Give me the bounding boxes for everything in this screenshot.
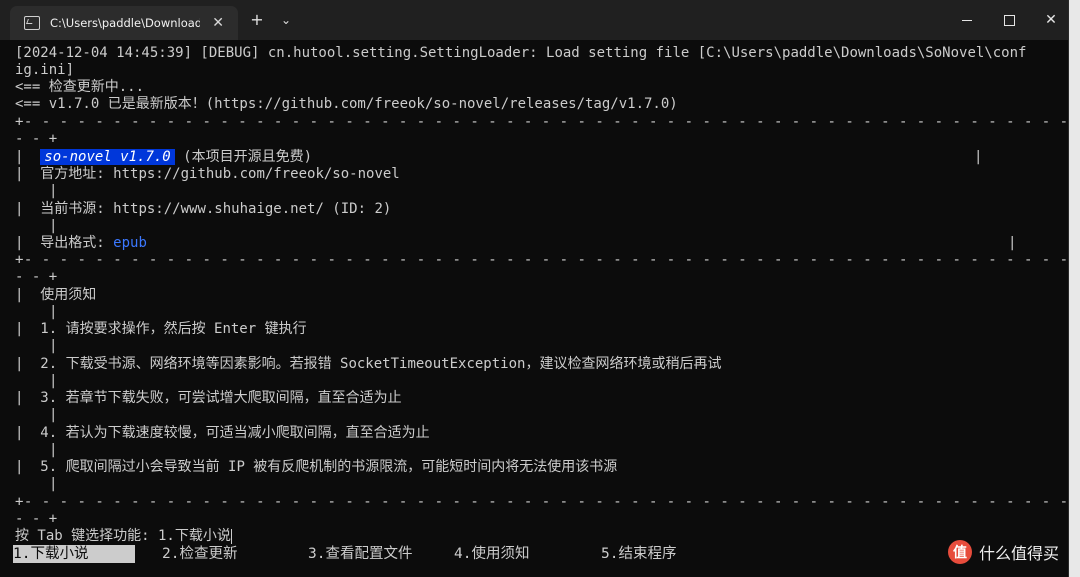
border-row: +- - - - - - - - - - - - - - - - - - - -… <box>15 252 1069 268</box>
notice-text: 5. 爬取间隔过小会导致当前 IP 被有反爬机制的书源限流，可能短时间内将无法使… <box>40 459 618 475</box>
border-pipe: | <box>1008 235 1017 251</box>
border-pipe: | <box>49 338 58 354</box>
close-window-button[interactable]: ✕ <box>1028 0 1068 40</box>
tab-title: C:\Users\paddle\Downloads\S <box>50 16 200 30</box>
terminal-window: C:\Users\paddle\Downloads\S ✕ + ⌄ ✕ [202… <box>0 0 1069 577</box>
notice-line: | 3. 若章节下载失败，可尝试增大爬取间隔，直至合适为止 <box>15 390 402 406</box>
watermark: 值 什么值得买 <box>948 540 1059 564</box>
prompt-text: 按 Tab 键选择功能: 1.下载小说 <box>15 528 231 544</box>
website-line: | 官方地址: https://github.com/freeok/so-nov… <box>15 166 400 182</box>
watermark-text: 什么值得买 <box>979 544 1060 563</box>
terminal-output[interactable]: [2024-12-04 14:45:39] [DEBUG] cn.hutool.… <box>0 40 1068 577</box>
border-tail: - - + <box>15 269 58 285</box>
title-bar: C:\Users\paddle\Downloads\S ✕ + ⌄ ✕ <box>0 0 1068 40</box>
border-tail: - - + <box>15 511 58 527</box>
border-pipe: | <box>49 442 58 458</box>
maximize-icon <box>1003 14 1015 26</box>
minimize-button[interactable] <box>944 0 990 40</box>
tab-close-icon[interactable]: ✕ <box>212 15 224 31</box>
minimize-icon <box>962 19 972 21</box>
border-tail: - - + <box>15 131 58 147</box>
watermark-logo-icon: 值 <box>948 540 972 564</box>
border-pipe: | <box>49 476 58 492</box>
notice-line: | 1. 请按要求操作，然后按 Enter 键执行 <box>15 321 307 337</box>
menu-item-download[interactable]: 1.下载小说 <box>13 545 135 563</box>
menu-item-check-update[interactable]: 2.检查更新 <box>162 545 237 563</box>
border-pipe: | <box>974 149 983 165</box>
text-cursor <box>230 528 232 544</box>
border-pipe: | <box>49 373 58 389</box>
border-row: +- - - - - - - - - - - - - - - - - - - -… <box>15 494 1069 510</box>
terminal-icon <box>24 16 40 30</box>
app-note: (本项目开源且免费) <box>183 149 313 165</box>
menu-item-view-config[interactable]: 3.查看配置文件 <box>308 545 412 563</box>
menu-item-exit[interactable]: 5.结束程序 <box>601 545 676 563</box>
source-line: | 当前书源: https://www.shuhaige.net/ (ID: 2… <box>15 201 392 217</box>
export-line: | 导出格式: epub <box>15 235 147 251</box>
border-pipe: | <box>49 407 58 423</box>
notice-text: 3. 若章节下载失败，可尝试增大爬取间隔，直至合适为止 <box>40 390 402 406</box>
background-window-edge <box>1069 0 1080 577</box>
border-pipe: | <box>49 183 58 199</box>
terminal-tab[interactable]: C:\Users\paddle\Downloads\S ✕ <box>10 6 238 40</box>
border-pipe: | <box>49 218 58 234</box>
prompt-line: 按 Tab 键选择功能: 1.下载小说 <box>15 528 232 545</box>
app-name: so-novel v1.7.0 <box>40 149 175 165</box>
notice-title: 使用须知 <box>40 287 97 303</box>
notice-text: 1. 请按要求操作，然后按 Enter 键执行 <box>40 321 307 337</box>
notice-line: | 2. 下载受书源、网络环境等因素影响。若报错 SocketTimeoutEx… <box>15 356 722 372</box>
notice-text: 2. 下载受书源、网络环境等因素影响。若报错 SocketTimeoutExce… <box>40 356 722 372</box>
export-label: 导出格式: <box>40 235 114 251</box>
export-value: epub <box>113 235 147 251</box>
notice-text: 4. 若认为下载速度较慢，可适当减小爬取间隔，直至合适为止 <box>40 425 430 441</box>
notice-title-line: | 使用须知 <box>15 287 97 303</box>
tab-dropdown-chevron-icon[interactable]: ⌄ <box>272 9 300 31</box>
new-tab-button[interactable]: + <box>243 9 271 31</box>
maximize-button[interactable] <box>986 0 1032 40</box>
border-row: +- - - - - - - - - - - - - - - - - - - -… <box>15 114 1069 130</box>
border-pipe: | <box>49 304 58 320</box>
menu-item-usage-notes[interactable]: 4.使用须知 <box>454 545 529 563</box>
update-check-line: <== 检查更新中... <box>15 79 145 95</box>
notice-line: | 5. 爬取间隔过小会导致当前 IP 被有反爬机制的书源限流，可能短时间内将无… <box>15 459 618 475</box>
log-line: ig.ini] <box>15 62 75 78</box>
notice-line: | 4. 若认为下载速度较慢，可适当减小爬取间隔，直至合适为止 <box>15 425 430 441</box>
website-text: 官方地址: https://github.com/freeok/so-novel <box>40 166 400 182</box>
update-result-line: <== v1.7.0 已是最新版本！(https://github.com/fr… <box>15 96 678 112</box>
log-line: [2024-12-04 14:45:39] [DEBUG] cn.hutool.… <box>15 45 1027 61</box>
app-info-line: | so-novel v1.7.0 (本项目开源且免费) <box>15 149 313 165</box>
source-text: 当前书源: https://www.shuhaige.net/ (ID: 2) <box>40 201 392 217</box>
